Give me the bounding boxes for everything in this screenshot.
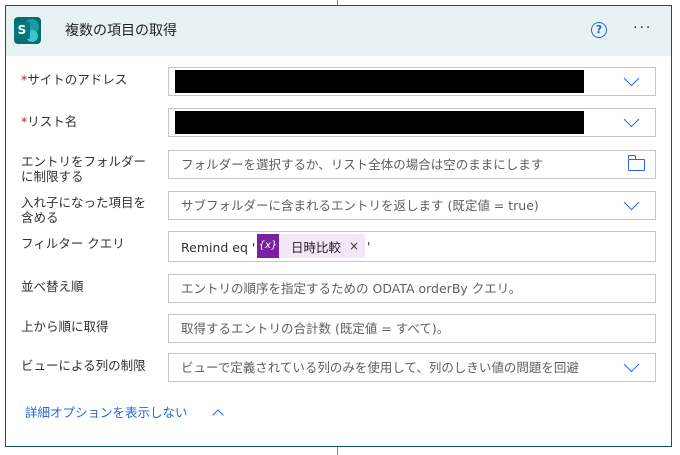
chevron-down-icon[interactable]: [623, 194, 640, 211]
limit-folder-input[interactable]: フォルダーを選択するか、リスト全体の場合は空のままにします: [168, 150, 656, 179]
card-header[interactable]: S 複数の項目の取得 ? ···: [6, 6, 671, 56]
placeholder: エントリの順序を指定するための ODATA orderBy クエリ。: [181, 281, 522, 296]
sharepoint-logo-icon: S: [14, 17, 41, 44]
chevron-up-icon[interactable]: [212, 409, 224, 421]
field-label: *リスト名: [21, 114, 78, 129]
variable-icon: {x}: [257, 234, 279, 258]
help-icon[interactable]: ?: [591, 22, 607, 38]
placeholder: フォルダーを選択するか、リスト全体の場合は空のままにします: [181, 157, 544, 172]
action-title[interactable]: 複数の項目の取得: [65, 21, 177, 41]
filter-value-suffix: ': [367, 239, 371, 254]
redacted-value: [175, 111, 584, 134]
chevron-down-icon[interactable]: [623, 356, 640, 373]
chevron-down-icon[interactable]: [623, 111, 640, 128]
more-options-icon[interactable]: ···: [633, 18, 652, 38]
filter-query-input[interactable]: Remind eq ' {x} 日時比較 × ': [168, 231, 656, 262]
dynamic-content-token[interactable]: {x} 日時比較 ×: [257, 234, 366, 258]
chevron-down-icon[interactable]: [623, 70, 640, 87]
placeholder: サブフォルダーに含まれるエントリを返します (既定値 = true): [181, 198, 539, 213]
order-by-input[interactable]: エントリの順序を指定するための ODATA orderBy クエリ。: [168, 274, 656, 303]
placeholder: ビューで定義されている列のみを使用して、列のしきい値の問題を回避: [181, 360, 579, 375]
top-count-input[interactable]: 取得するエントリの合計数 (既定値 = すべて)。: [168, 314, 656, 343]
close-icon[interactable]: ×: [349, 239, 359, 253]
connector-bottom: [337, 447, 338, 455]
token-label: 日時比較: [291, 239, 342, 255]
field-label: *サイトのアドレス: [21, 72, 128, 87]
placeholder: 取得するエントリの合計数 (既定値 = すべて)。: [181, 321, 450, 336]
site-address-dropdown[interactable]: [168, 67, 656, 96]
field-label: フィルター クエリ: [21, 236, 125, 251]
folder-icon[interactable]: [628, 155, 645, 171]
nested-items-dropdown[interactable]: サブフォルダーに含まれるエントリを返します (既定値 = true): [168, 191, 656, 220]
field-label: 入れ子になった項目を 含める: [21, 195, 147, 225]
hide-advanced-options-link[interactable]: 詳細オプションを表示しない: [25, 405, 188, 421]
field-label: 並べ替え順: [21, 279, 84, 294]
action-card: S 複数の項目の取得 ? ··· *サイトのアドレス *リスト名 エントリをフォ…: [5, 5, 672, 447]
field-label: エントリをフォルダー に制限する: [21, 154, 147, 184]
field-label: 上から順に取得: [21, 319, 109, 334]
redacted-value: [175, 70, 584, 93]
filter-value-prefix: Remind eq ': [181, 240, 256, 255]
limit-columns-dropdown[interactable]: ビューで定義されている列のみを使用して、列のしきい値の問題を回避: [168, 353, 656, 382]
list-name-dropdown[interactable]: [168, 108, 656, 137]
field-label: ビューによる列の制限: [21, 358, 146, 373]
